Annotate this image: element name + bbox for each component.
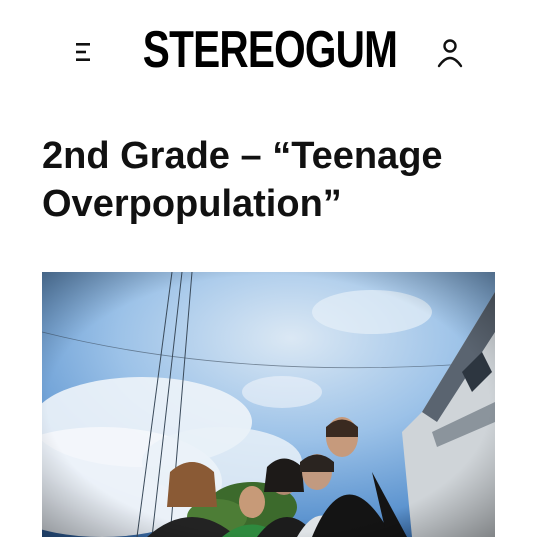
band-photo	[42, 272, 495, 537]
article-hero-image[interactable]	[42, 272, 495, 537]
user-icon	[437, 39, 463, 68]
site-logo[interactable]: STEREOGUM	[143, 18, 398, 82]
menu-icon	[76, 43, 90, 61]
account-button[interactable]	[436, 38, 464, 68]
menu-button[interactable]	[74, 40, 100, 64]
article-headline: 2nd Grade – “Teenage Overpopulation”	[42, 135, 443, 225]
site-header: STEREOGUM	[0, 0, 537, 100]
